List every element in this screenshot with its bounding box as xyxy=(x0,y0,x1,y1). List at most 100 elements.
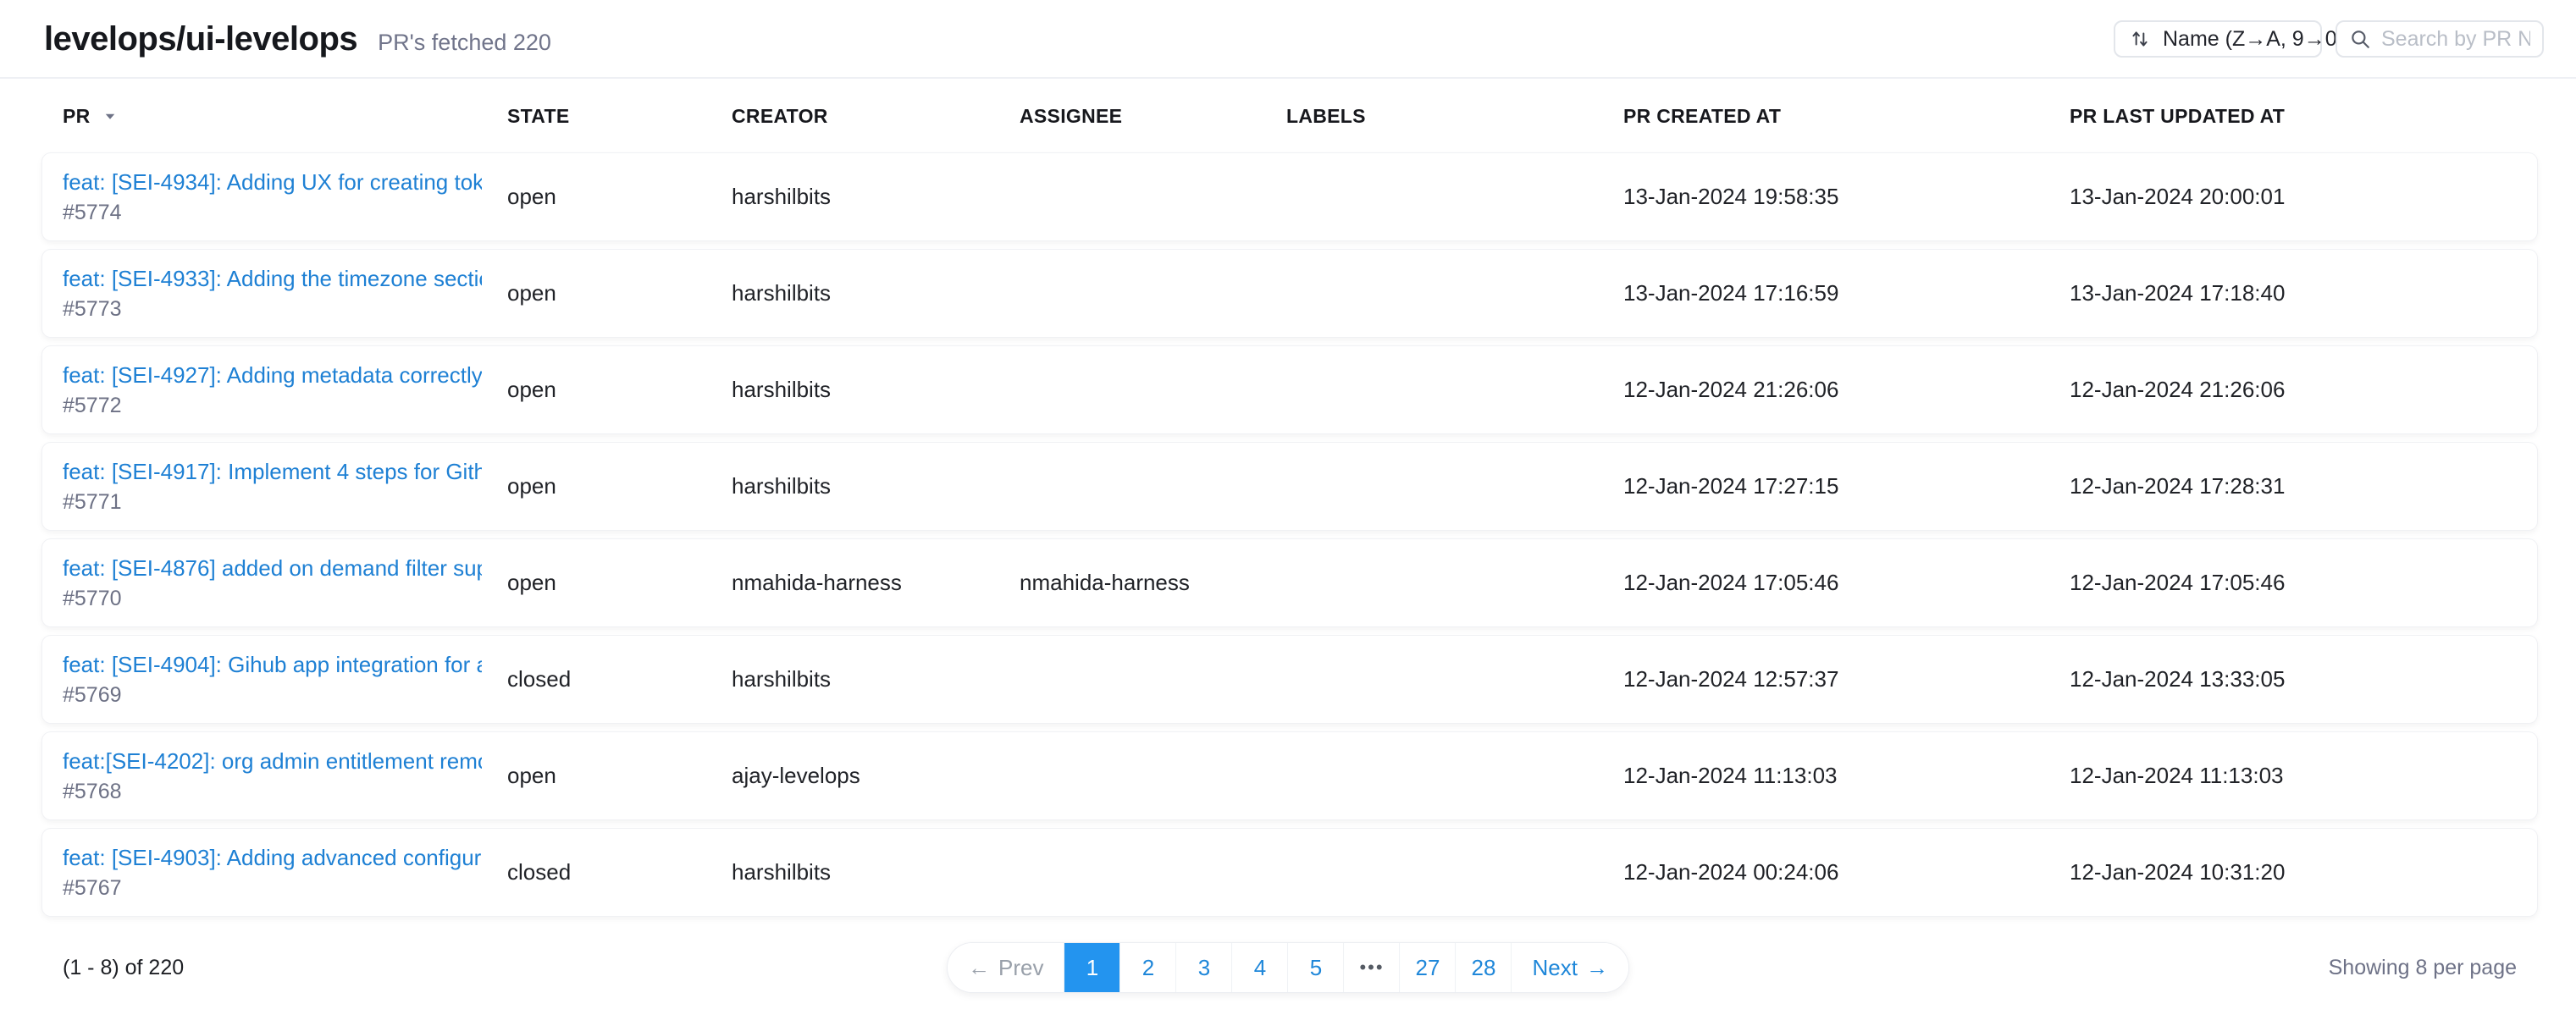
page-title: levelops/ui-levelops xyxy=(44,20,357,58)
pr-title-link[interactable]: feat: [SEI-4917]: Implement 4 steps for … xyxy=(63,459,482,485)
table-header-row: PR STATE CREATOR ASSIGNEE LABELS PR CREA… xyxy=(42,79,2537,153)
header-controls: Name (Z→A, 9→0) xyxy=(2114,20,2544,58)
state-cell: open xyxy=(507,570,732,596)
page-button-5[interactable]: 5 xyxy=(1288,943,1344,992)
sort-selected-value: Name (Z→A, 9→0) xyxy=(2163,27,2344,52)
updated-at-cell: 13-Jan-2024 17:18:40 xyxy=(2070,280,2537,306)
creator-cell: nmahida-harness xyxy=(732,570,1020,596)
pagination: ← Prev 1 2 3 4 5 ••• 27 28 Next → xyxy=(948,943,1628,992)
updated-at-cell: 12-Jan-2024 13:33:05 xyxy=(2070,666,2537,692)
pr-title-link[interactable]: feat: [SEI-4934]: Adding UX for creating… xyxy=(63,169,482,196)
updated-at-cell: 12-Jan-2024 21:26:06 xyxy=(2070,377,2537,403)
table-row: feat: [SEI-4917]: Implement 4 steps for … xyxy=(42,443,2537,530)
table-row: feat: [SEI-4904]: Gihub app integration … xyxy=(42,636,2537,723)
pr-cell: feat: [SEI-4934]: Adding UX for creating… xyxy=(63,169,507,225)
assignee-cell: nmahida-harness xyxy=(1020,570,1286,596)
pr-cell: feat: [SEI-4927]: Adding metadata correc… xyxy=(63,362,507,418)
creator-cell: harshilbits xyxy=(732,377,1020,403)
updated-at-cell: 12-Jan-2024 11:13:03 xyxy=(2070,763,2537,789)
pr-title-link[interactable]: feat: [SEI-4927]: Adding metadata correc… xyxy=(63,362,482,389)
pr-title-link[interactable]: feat: [SEI-4904]: Gihub app integration … xyxy=(63,652,482,678)
sort-arrows-icon xyxy=(2129,28,2151,50)
next-page-button[interactable]: Next → xyxy=(1512,943,1628,992)
created-at-cell: 12-Jan-2024 00:24:06 xyxy=(1623,859,2070,885)
prev-label: Prev xyxy=(998,955,1043,981)
prev-page-button[interactable]: ← Prev xyxy=(948,943,1064,992)
created-at-cell: 13-Jan-2024 17:16:59 xyxy=(1623,280,2070,306)
search-box[interactable] xyxy=(2336,20,2544,58)
pr-cell: feat: [SEI-4933]: Adding the timezone se… xyxy=(63,266,507,322)
column-header-labels: LABELS xyxy=(1286,105,1623,128)
page-button-27[interactable]: 27 xyxy=(1400,943,1456,992)
pr-cell: feat: [SEI-4903]: Adding advanced config… xyxy=(63,845,507,901)
page-button-28[interactable]: 28 xyxy=(1456,943,1512,992)
pr-number: #5771 xyxy=(63,490,482,515)
page-button-4[interactable]: 4 xyxy=(1232,943,1288,992)
created-at-cell: 13-Jan-2024 19:58:35 xyxy=(1623,184,2070,210)
pr-title-link[interactable]: feat: [SEI-4876] added on demand filter … xyxy=(63,555,482,582)
result-range-text: (1 - 8) of 220 xyxy=(63,956,184,980)
pr-cell: feat: [SEI-4904]: Gihub app integration … xyxy=(63,652,507,708)
search-input[interactable] xyxy=(2381,27,2530,52)
pr-cell: feat:[SEI-4202]: org admin entitlement r… xyxy=(63,748,507,804)
pr-number: #5770 xyxy=(63,587,482,611)
created-at-cell: 12-Jan-2024 21:26:06 xyxy=(1623,377,2070,403)
sort-dropdown[interactable]: Name (Z→A, 9→0) xyxy=(2114,20,2322,58)
updated-at-cell: 12-Jan-2024 10:31:20 xyxy=(2070,859,2537,885)
state-cell: closed xyxy=(507,859,732,885)
updated-at-cell: 12-Jan-2024 17:05:46 xyxy=(2070,570,2537,596)
column-header-pr[interactable]: PR xyxy=(63,105,507,128)
state-cell: open xyxy=(507,184,732,210)
page-header: levelops/ui-levelops PR's fetched 220 Na… xyxy=(0,0,2576,79)
column-header-state: STATE xyxy=(507,105,732,128)
page-button-3[interactable]: 3 xyxy=(1176,943,1232,992)
per-page-text: Showing 8 per page xyxy=(2329,956,2517,980)
column-header-creator: CREATOR xyxy=(732,105,1020,128)
updated-at-cell: 12-Jan-2024 17:28:31 xyxy=(2070,473,2537,499)
page-ellipsis-button[interactable]: ••• xyxy=(1344,943,1400,992)
state-cell: open xyxy=(507,473,732,499)
table-row: feat:[SEI-4202]: org admin entitlement r… xyxy=(42,732,2537,819)
page-button-1[interactable]: 1 xyxy=(1064,943,1120,992)
pr-title-link[interactable]: feat: [SEI-4903]: Adding advanced config… xyxy=(63,845,482,871)
pr-number: #5774 xyxy=(63,201,482,225)
footer-bar: (1 - 8) of 220 ← Prev 1 2 3 4 5 ••• 27 2… xyxy=(0,941,2576,994)
pr-number: #5769 xyxy=(63,683,482,708)
column-header-created-at: PR CREATED AT xyxy=(1623,105,2070,128)
state-cell: open xyxy=(507,377,732,403)
pr-number: #5768 xyxy=(63,780,482,804)
column-header-pr-label: PR xyxy=(63,105,91,128)
pr-fetched-count: PR's fetched 220 xyxy=(378,30,551,56)
state-cell: closed xyxy=(507,666,732,692)
pr-cell: feat: [SEI-4917]: Implement 4 steps for … xyxy=(63,459,507,515)
created-at-cell: 12-Jan-2024 17:27:15 xyxy=(1623,473,2070,499)
next-label: Next xyxy=(1533,955,1578,981)
creator-cell: harshilbits xyxy=(732,280,1020,306)
created-at-cell: 12-Jan-2024 11:13:03 xyxy=(1623,763,2070,789)
pr-number: #5772 xyxy=(63,394,482,418)
table-row: feat: [SEI-4927]: Adding metadata correc… xyxy=(42,346,2537,433)
pr-title-link[interactable]: feat: [SEI-4933]: Adding the timezone se… xyxy=(63,266,482,292)
creator-cell: harshilbits xyxy=(732,666,1020,692)
pr-number: #5767 xyxy=(63,876,482,901)
title-wrap: levelops/ui-levelops PR's fetched 220 xyxy=(44,20,551,58)
creator-cell: harshilbits xyxy=(732,859,1020,885)
arrow-left-icon: ← xyxy=(968,955,990,981)
pr-number: #5773 xyxy=(63,297,482,322)
pr-cell: feat: [SEI-4876] added on demand filter … xyxy=(63,555,507,611)
table-row: feat: [SEI-4903]: Adding advanced config… xyxy=(42,829,2537,916)
page-button-2[interactable]: 2 xyxy=(1120,943,1176,992)
creator-cell: harshilbits xyxy=(732,473,1020,499)
table-row: feat: [SEI-4876] added on demand filter … xyxy=(42,539,2537,626)
pr-list: feat: [SEI-4934]: Adding UX for creating… xyxy=(42,153,2537,916)
updated-at-cell: 13-Jan-2024 20:00:01 xyxy=(2070,184,2537,210)
created-at-cell: 12-Jan-2024 17:05:46 xyxy=(1623,570,2070,596)
column-header-assignee: ASSIGNEE xyxy=(1020,105,1286,128)
table-row: feat: [SEI-4933]: Adding the timezone se… xyxy=(42,250,2537,337)
column-header-updated-at: PR LAST UPDATED AT xyxy=(2070,105,2537,128)
creator-cell: ajay-levelops xyxy=(732,763,1020,789)
search-icon xyxy=(2349,28,2371,50)
pr-title-link[interactable]: feat:[SEI-4202]: org admin entitlement r… xyxy=(63,748,482,775)
arrow-right-icon: → xyxy=(1586,955,1608,981)
created-at-cell: 12-Jan-2024 12:57:37 xyxy=(1623,666,2070,692)
